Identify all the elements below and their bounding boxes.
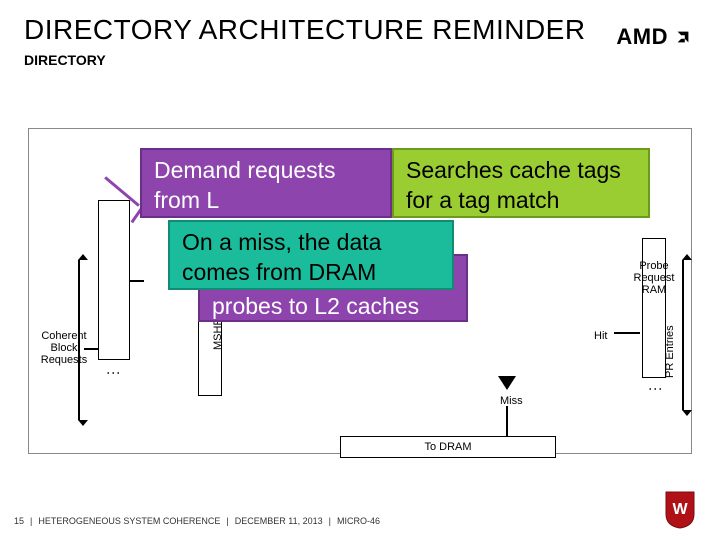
probe-ram-label: Probe Request RAM xyxy=(628,260,680,296)
mshr-label: MSHR xyxy=(212,318,224,350)
footer: 15 | HETEROGENEOUS SYSTEM COHERENCE | DE… xyxy=(14,516,380,526)
miss-label: Miss xyxy=(500,395,523,407)
separator: | xyxy=(30,516,32,526)
demand-box: Demand requests from L xyxy=(140,148,392,218)
separator: | xyxy=(226,516,228,526)
pr-entries-label: PR Entries xyxy=(664,325,676,378)
miss-box: On a miss, the data comes from DRAM xyxy=(168,220,454,290)
connector-line xyxy=(130,280,144,282)
page-number: 15 xyxy=(14,516,24,526)
footer-title: HETEROGENEOUS SYSTEM COHERENCE xyxy=(38,516,220,526)
dram-label: To DRAM xyxy=(424,441,471,453)
pr-column xyxy=(642,238,666,378)
connector-line xyxy=(506,406,508,436)
footer-date: DECEMBER 11, 2013 xyxy=(235,516,323,526)
slide-title: DIRECTORY ARCHITECTURE REMINDER xyxy=(24,14,586,46)
amd-logo-text: AMD xyxy=(616,24,668,50)
slide-subtitle: DIRECTORY xyxy=(24,52,106,68)
probes-text: probes to L2 caches xyxy=(212,292,454,322)
search-box: Searches cache tags for a tag match xyxy=(392,148,650,218)
amd-logo: AMD xyxy=(616,24,692,50)
wisconsin-crest-icon: W xyxy=(662,490,698,530)
double-arrow-icon xyxy=(682,260,684,410)
separator: | xyxy=(329,516,331,526)
svg-text:W: W xyxy=(672,501,688,518)
slide: DIRECTORY ARCHITECTURE REMINDER DIRECTOR… xyxy=(0,0,720,540)
dram-box: To DRAM xyxy=(340,436,556,458)
hit-label: Hit xyxy=(594,330,607,342)
ellipsis-icon: ⋮ xyxy=(648,382,664,398)
ellipsis-icon: ⋮ xyxy=(106,366,122,382)
connector-line xyxy=(84,348,98,350)
amd-arrow-icon xyxy=(674,28,692,46)
connector-line xyxy=(614,332,640,334)
block-column xyxy=(98,200,130,360)
footer-venue: MICRO-46 xyxy=(337,516,380,526)
triangle-icon xyxy=(498,376,516,390)
